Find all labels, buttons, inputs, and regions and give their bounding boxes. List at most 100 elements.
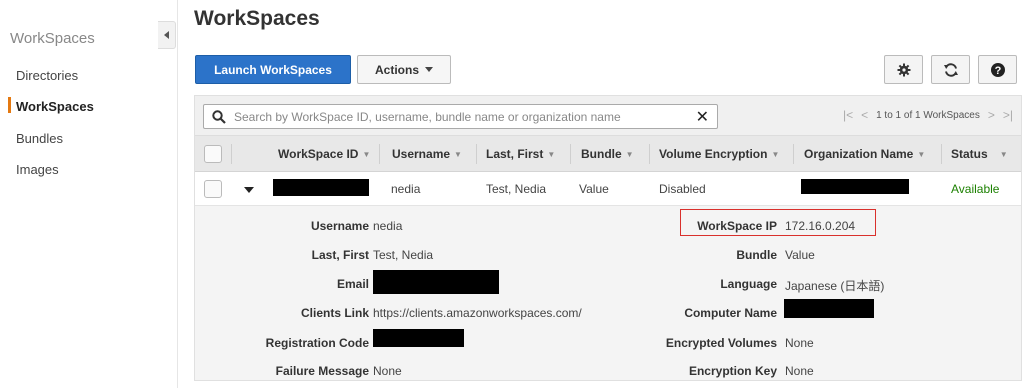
- sort-icon: ▼: [771, 149, 780, 159]
- column-divider: [649, 144, 650, 164]
- detail-value-clients-link[interactable]: https://clients.amazonworkspaces.com/: [373, 306, 582, 320]
- detail-label-encrypted-volumes: Encrypted Volumes: [665, 336, 777, 350]
- column-divider: [476, 144, 477, 164]
- actions-label: Actions: [374, 62, 419, 77]
- redacted-organization-name: [801, 179, 909, 194]
- workspace-details: Username nedia Last, First Test, Nedia E…: [195, 206, 1021, 380]
- column-header-status[interactable]: Status ▼: [951, 136, 1008, 172]
- column-header-label: Username: [392, 147, 451, 161]
- column-header-organization-name[interactable]: Organization Name ▼: [804, 136, 925, 172]
- column-divider: [379, 144, 380, 164]
- redacted-email: [373, 270, 499, 294]
- detail-value-encryption-key: None: [785, 364, 814, 378]
- detail-label-failure-message: Failure Message: [275, 364, 369, 378]
- sort-icon: ▼: [454, 149, 462, 159]
- search-box: ✕: [203, 104, 718, 129]
- gear-icon: [897, 63, 910, 76]
- chevron-down-icon: [425, 67, 433, 72]
- workspaces-table-panel: ✕ |< < 1 to 1 of 1 WorkSpaces > >| WorkS…: [194, 95, 1022, 381]
- column-header-last-first[interactable]: Last, First ▼: [486, 136, 555, 172]
- previous-page-icon[interactable]: <: [861, 108, 868, 122]
- sidebar-item-workspaces[interactable]: WorkSpaces: [16, 99, 94, 114]
- cell-username: nedia: [391, 182, 421, 196]
- column-divider: [570, 144, 571, 164]
- launch-workspaces-button[interactable]: Launch WorkSpaces: [195, 55, 351, 84]
- cell-status: Available: [951, 182, 1000, 196]
- column-header-label: Bundle: [581, 147, 622, 161]
- clear-search-icon[interactable]: ✕: [696, 107, 709, 127]
- refresh-button[interactable]: [931, 55, 970, 84]
- sidebar: WorkSpaces Directories WorkSpaces Bundle…: [0, 0, 160, 388]
- column-divider: [231, 144, 232, 164]
- chevron-left-icon: [164, 31, 169, 39]
- column-header-workspace-id[interactable]: WorkSpace ID ▼: [278, 136, 370, 172]
- column-header-bundle[interactable]: Bundle ▼: [581, 136, 634, 172]
- detail-value-last-first: Test, Nedia: [373, 248, 434, 262]
- detail-label-encryption-key: Encryption Key: [688, 364, 777, 378]
- first-page-icon[interactable]: |<: [843, 108, 853, 122]
- detail-value-workspace-ip: 172.16.0.204: [785, 219, 856, 233]
- next-page-icon[interactable]: >: [988, 108, 995, 122]
- last-page-icon[interactable]: >|: [1003, 108, 1013, 122]
- detail-label-username: Username: [310, 219, 369, 233]
- refresh-icon: [943, 62, 958, 77]
- svg-text:?: ?: [994, 65, 1001, 77]
- sort-icon: ▼: [625, 149, 634, 159]
- detail-label-email: Email: [336, 277, 369, 291]
- detail-label-computer-name: Computer Name: [684, 306, 777, 320]
- help-button[interactable]: ?: [978, 55, 1017, 84]
- actions-dropdown-button[interactable]: Actions: [357, 55, 451, 84]
- help-icon: ?: [990, 62, 1005, 77]
- search-input[interactable]: [234, 108, 674, 126]
- settings-button[interactable]: [884, 55, 923, 84]
- table-header: WorkSpace ID ▼ Username ▼ Last, First ▼ Bun…: [195, 136, 1021, 172]
- detail-label-clients-link: Clients Link: [300, 306, 369, 320]
- cell-volume-encryption: Disabled: [659, 182, 706, 196]
- search-icon: [212, 110, 226, 124]
- column-header-label: Status: [951, 147, 988, 161]
- column-header-label: WorkSpace ID: [278, 147, 359, 161]
- detail-value-username: nedia: [373, 219, 403, 233]
- page-title: WorkSpaces: [194, 7, 320, 30]
- redacted-registration-code: [373, 329, 464, 347]
- sort-icon: ▼: [547, 149, 556, 159]
- pagination-text: 1 to 1 of 1 WorkSpaces: [876, 109, 980, 121]
- cell-bundle: Value: [579, 182, 609, 196]
- detail-value-encrypted-volumes: None: [785, 336, 814, 350]
- column-divider: [941, 144, 942, 164]
- sidebar-item-directories[interactable]: Directories: [16, 68, 78, 83]
- collapse-sidebar-button[interactable]: [158, 21, 176, 49]
- redacted-workspace-id: [273, 179, 369, 196]
- column-header-username[interactable]: Username ▼: [392, 136, 462, 172]
- cell-last-first: Test, Nedia: [486, 182, 547, 196]
- sort-icon: ▼: [362, 149, 371, 159]
- select-all-checkbox[interactable]: [204, 145, 222, 163]
- pagination: |< < 1 to 1 of 1 WorkSpaces > >|: [843, 108, 1013, 122]
- detail-label-registration-code: Registration Code: [265, 336, 369, 350]
- active-item-marker: [8, 97, 11, 113]
- sidebar-item-images[interactable]: Images: [16, 162, 59, 177]
- detail-value-language: Japanese (日本語): [785, 279, 885, 293]
- column-divider: [793, 144, 794, 164]
- column-header-label: Volume Encryption: [659, 147, 768, 161]
- detail-label-last-first: Last, First: [311, 248, 369, 262]
- expand-row-icon[interactable]: [244, 187, 254, 193]
- sidebar-title: WorkSpaces: [10, 30, 95, 47]
- sort-icon: ▼: [917, 149, 926, 159]
- launch-workspaces-label: Launch WorkSpaces: [214, 62, 332, 77]
- detail-label-language: Language: [720, 277, 777, 291]
- detail-value-bundle: Value: [785, 248, 815, 262]
- sidebar-item-bundles[interactable]: Bundles: [16, 131, 63, 146]
- table-toolbar: ✕ |< < 1 to 1 of 1 WorkSpaces > >|: [195, 96, 1021, 136]
- sort-icon: ▼: [999, 149, 1008, 159]
- column-header-volume-encryption[interactable]: Volume Encryption ▼: [659, 136, 779, 172]
- detail-label-workspace-ip: WorkSpace IP: [697, 219, 777, 233]
- detail-label-bundle: Bundle: [736, 248, 777, 262]
- column-header-label: Last, First: [486, 147, 544, 161]
- column-header-label: Organization Name: [804, 147, 914, 161]
- table-row[interactable]: nedia Test, Nedia Value Disabled Availab…: [195, 172, 1021, 206]
- sidebar-divider: [177, 0, 178, 388]
- redacted-computer-name: [784, 299, 874, 318]
- row-checkbox[interactable]: [204, 180, 222, 198]
- detail-value-failure-message: None: [373, 364, 402, 378]
